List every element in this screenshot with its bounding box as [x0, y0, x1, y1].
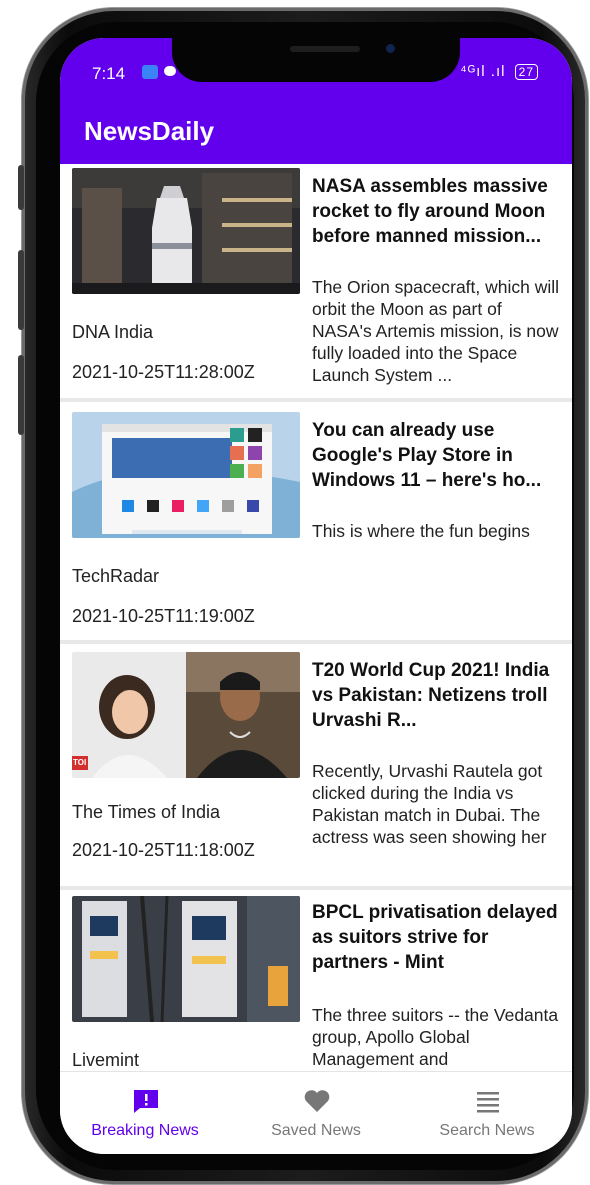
status-time: 7:14: [92, 64, 126, 83]
article-date: 2021-10-25T11:18:00Z: [72, 840, 255, 860]
nav-label: Saved News: [271, 1122, 361, 1139]
article-source: DNA India: [72, 322, 154, 342]
signal-icon: ⁴ᴳıl .ıl: [460, 63, 506, 80]
mute-switch: [18, 165, 24, 210]
article-description: The Orion spacecraft, which will orbit t…: [312, 277, 560, 385]
battery-icon: 27: [514, 64, 538, 80]
breaking-news-icon: [134, 1090, 158, 1113]
article-headline: NASA assembles massive rocket to fly aro…: [312, 176, 548, 247]
menu-lines-icon: [477, 1092, 499, 1113]
article-source: Livemint: [72, 1050, 140, 1070]
status-indicators: ⁴ᴳıl .ıl 27: [460, 63, 538, 80]
article-thumbnail: [72, 168, 300, 294]
article-headline: BPCL privatisation delayed as suitors st…: [312, 902, 558, 973]
article-thumbnail: [72, 896, 300, 1022]
nav-label: Breaking News: [91, 1122, 199, 1139]
article-headline: You can already use Google's Play Store …: [312, 420, 542, 491]
nav-breaking-news[interactable]: Breaking News: [60, 1072, 230, 1154]
article-card[interactable]: TechRadar 2021-10-25T11:19:00Z You can a…: [60, 402, 572, 640]
article-source: The Times of India: [72, 802, 221, 822]
volume-up-button: [18, 250, 24, 330]
speaker: [290, 46, 360, 52]
article-thumbnail: TOI: [72, 652, 300, 778]
device-screen: 7:14 ⁴ᴳıl .ıl 27 NewsDaily DNA India 202…: [60, 38, 572, 1154]
article-card[interactable]: TOI The Times of India 2021-10-25T11:18:…: [60, 644, 572, 886]
app-bar: NewsDaily: [60, 96, 572, 164]
nav-saved-news[interactable]: Saved News: [231, 1072, 401, 1154]
news-list[interactable]: DNA India 2021-10-25T11:28:00Z NASA asse…: [60, 164, 572, 1072]
nav-search-news[interactable]: Search News: [402, 1072, 572, 1154]
article-date: 2021-10-25T11:19:00Z: [72, 606, 255, 626]
toi-badge: TOI: [73, 758, 87, 767]
article-card[interactable]: DNA India 2021-10-25T11:28:00Z NASA asse…: [60, 164, 572, 398]
bottom-navigation: Breaking News Saved News Search News: [60, 1071, 572, 1154]
volume-down-button: [18, 355, 24, 435]
article-description: This is where the fun begins: [312, 521, 530, 541]
article-thumbnail: [72, 412, 300, 538]
article-card[interactable]: Livemint BPCL privatisation delayed as s…: [60, 890, 572, 1072]
article-description: The three suitors -- the Vedanta group, …: [312, 1005, 559, 1069]
nav-label: Search News: [439, 1122, 535, 1139]
article-source: TechRadar: [72, 566, 160, 586]
cloud-icon: [164, 66, 176, 76]
heart-icon: [304, 1090, 330, 1112]
notch: [172, 38, 460, 82]
app-title: NewsDaily: [84, 116, 215, 146]
article-date: 2021-10-25T11:28:00Z: [72, 362, 255, 382]
app-notification-icon: [142, 65, 158, 79]
article-headline: T20 World Cup 2021! India vs Pakistan: N…: [312, 660, 550, 731]
front-camera: [386, 44, 395, 53]
article-description: Recently, Urvashi Rautela got clicked du…: [312, 761, 547, 847]
